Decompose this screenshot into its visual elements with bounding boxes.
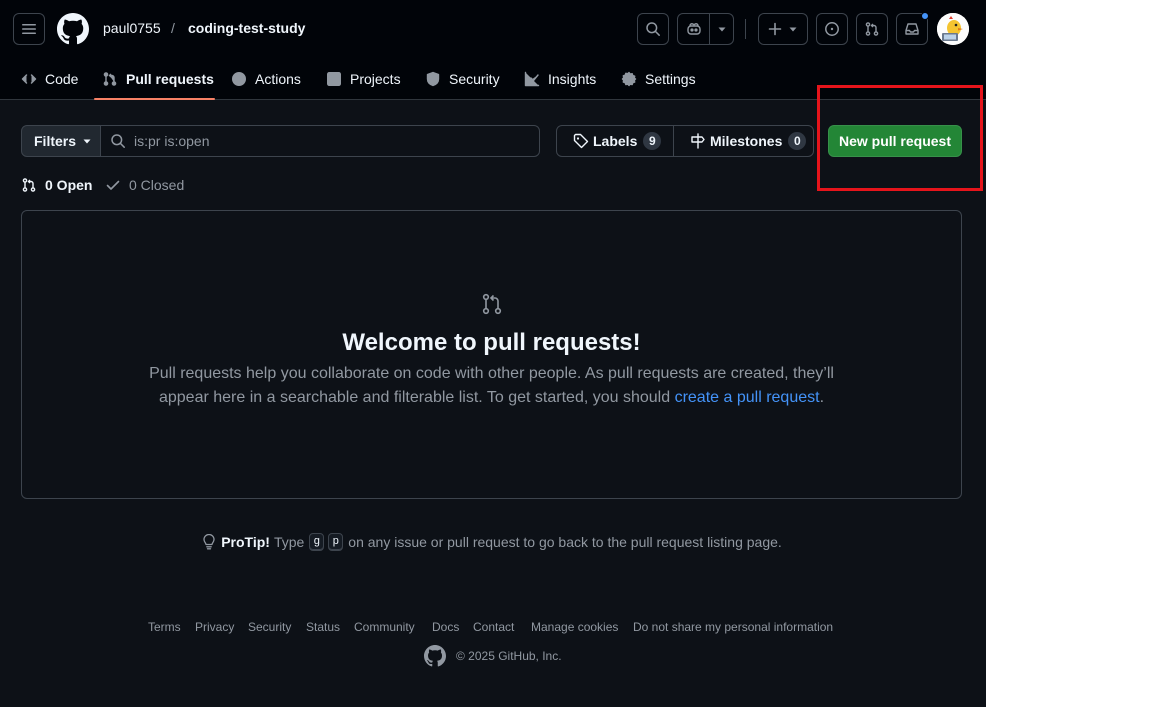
- create-pull-request-link[interactable]: create a pull request: [675, 389, 820, 406]
- protip: ProTip! Type g p on any issue or pull re…: [0, 532, 983, 552]
- labels-button[interactable]: Labels 9: [556, 125, 674, 157]
- global-header: paul0755 / coding-test-study: [0, 0, 986, 58]
- notification-indicator: [921, 12, 929, 20]
- search-icon: [646, 22, 660, 36]
- hamburger-icon: [22, 24, 36, 34]
- protip-label: ProTip!: [221, 534, 270, 550]
- play-icon: [231, 71, 247, 87]
- tab-label: Actions: [255, 71, 301, 87]
- triangle-down-icon: [718, 27, 725, 32]
- tab-pull-requests[interactable]: Pull requests: [102, 58, 214, 100]
- issues-button[interactable]: [816, 13, 848, 45]
- triangle-down-icon: [83, 139, 91, 144]
- header-divider: [745, 19, 746, 39]
- blankslate-icon-wrap: [480, 292, 504, 316]
- footer-link-manage-cookies[interactable]: Manage cookies: [531, 620, 618, 634]
- inbox-icon: [905, 23, 919, 35]
- labels-label: Labels: [593, 133, 638, 149]
- protip-key-p: p: [328, 533, 344, 551]
- blankslate-description: Pull requests help you collaborate on co…: [22, 362, 961, 410]
- tab-label: Settings: [645, 71, 696, 87]
- tab-actions[interactable]: Actions: [231, 58, 301, 100]
- milestone-icon: [691, 133, 705, 149]
- pull-requests-button[interactable]: [856, 13, 888, 45]
- footer-link-privacy[interactable]: Privacy: [195, 620, 234, 634]
- footer-copyright: © 2025 GitHub, Inc.: [456, 649, 562, 663]
- blankslate-panel: Welcome to pull requests! Pull requests …: [21, 210, 962, 499]
- tab-label: Projects: [350, 71, 401, 87]
- plus-icon: [768, 22, 782, 36]
- github-mark-icon: [424, 645, 446, 667]
- protip-text-before: Type: [273, 534, 305, 550]
- footer-link-docs[interactable]: Docs: [432, 620, 459, 634]
- github-mark-icon: [57, 13, 89, 45]
- git-pull-request-icon: [865, 22, 879, 36]
- filters-button[interactable]: Filters: [21, 125, 101, 157]
- footer-link-status[interactable]: Status: [306, 620, 340, 634]
- milestones-label: Milestones: [710, 133, 783, 149]
- copilot-dropdown[interactable]: [710, 14, 733, 44]
- gear-icon: [621, 71, 637, 87]
- breadcrumb-separator: /: [171, 20, 175, 36]
- repo-name-link[interactable]: coding-test-study: [188, 20, 305, 36]
- avatar[interactable]: [937, 13, 969, 45]
- copilot-button[interactable]: [678, 14, 710, 44]
- menu-button[interactable]: [13, 13, 45, 45]
- open-filter[interactable]: 0 Open: [21, 175, 92, 195]
- copilot-icon: [686, 23, 701, 35]
- footer-link-community[interactable]: Community: [354, 620, 415, 634]
- tab-settings[interactable]: Settings: [621, 58, 696, 100]
- protip-text-after: on any issue or pull request to go back …: [348, 534, 782, 550]
- copilot-button-group: [677, 13, 734, 45]
- git-pull-request-icon: [22, 178, 36, 192]
- milestones-count: 0: [788, 132, 807, 150]
- footer-link-security[interactable]: Security: [248, 620, 291, 634]
- github-logo[interactable]: [57, 13, 89, 45]
- footer-link-contact[interactable]: Contact: [473, 620, 514, 634]
- tab-label: Code: [45, 71, 79, 87]
- closed-count-label: 0 Closed: [129, 177, 185, 193]
- tab-insights[interactable]: Insights: [524, 58, 596, 100]
- footer-logo[interactable]: [424, 645, 446, 667]
- tab-label: Pull requests: [126, 71, 214, 87]
- open-count-label: 0 Open: [45, 177, 93, 193]
- tab-security[interactable]: Security: [425, 58, 500, 100]
- description-line-1: Pull requests help you collaborate on co…: [149, 365, 834, 382]
- search-input[interactable]: is:pr is:open: [100, 125, 540, 157]
- active-tab-indicator: [94, 98, 215, 100]
- tag-icon: [573, 133, 589, 149]
- search-icon: [111, 134, 125, 148]
- table-icon: [327, 72, 342, 87]
- tab-label: Insights: [548, 71, 597, 87]
- create-new-button[interactable]: [758, 13, 808, 45]
- issue-opened-icon: [825, 22, 839, 36]
- git-pull-request-icon: [482, 293, 502, 315]
- search-query: is:pr is:open: [134, 133, 210, 149]
- search-button[interactable]: [637, 13, 669, 45]
- tab-projects[interactable]: Projects: [326, 58, 401, 100]
- git-pull-request-icon: [103, 72, 117, 86]
- closed-filter[interactable]: 0 Closed: [105, 175, 184, 195]
- description-period: .: [819, 389, 825, 406]
- graph-icon: [524, 71, 540, 87]
- light-bulb-icon: [203, 534, 215, 550]
- code-icon: [21, 74, 37, 84]
- description-line-2: appear here in a searchable and filterab…: [22, 386, 961, 410]
- repo-owner-link[interactable]: paul0755: [103, 20, 161, 36]
- triangle-down-icon: [789, 27, 797, 32]
- footer-link-terms[interactable]: Terms: [148, 620, 181, 634]
- shield-icon: [426, 71, 440, 87]
- protip-key-g: g: [309, 533, 325, 551]
- highlight-box: [817, 85, 983, 191]
- avatar-image: [937, 13, 969, 45]
- labels-count: 9: [643, 132, 662, 150]
- filters-label: Filters: [34, 133, 77, 149]
- check-icon: [106, 180, 120, 190]
- description-text: appear here in a searchable and filterab…: [158, 389, 675, 406]
- milestones-button[interactable]: Milestones 0: [673, 125, 814, 157]
- footer-link-do-not-share[interactable]: Do not share my personal information: [633, 620, 833, 634]
- blankslate-title: Welcome to pull requests!: [342, 329, 641, 356]
- tab-label: Security: [449, 71, 500, 87]
- tab-code[interactable]: Code: [21, 58, 78, 100]
